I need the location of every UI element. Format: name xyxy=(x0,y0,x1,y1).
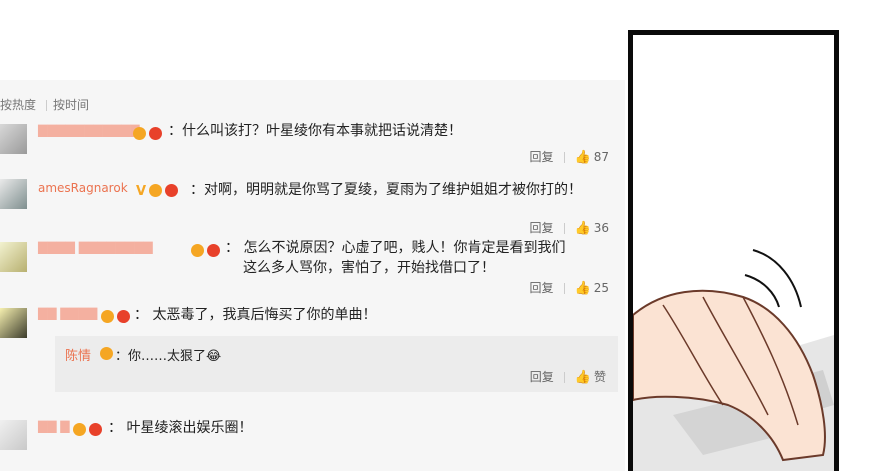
like-count: 25 xyxy=(593,281,609,295)
fan-badge-icon xyxy=(165,184,179,197)
comment-text-line: 这么多人骂你，害怕了，开始找借口了！ xyxy=(243,260,495,276)
thumbs-up-icon[interactable]: 👍 xyxy=(575,150,591,165)
username[interactable]: amesRagnarok xyxy=(38,181,128,195)
username[interactable]: ▇▇▇▇ ▇▇▇▇▇▇▇▇ xyxy=(38,240,153,254)
level-badge-icon xyxy=(133,127,146,140)
divider xyxy=(563,283,565,294)
comment-text: ： 怎么不说原因？心虚了吧，贱人！你肯定是看到我们 这么多人骂你，害怕了，开始找… xyxy=(225,238,565,278)
thumbs-up-icon[interactable]: 👍 xyxy=(575,221,591,236)
level-badge-icon xyxy=(191,244,204,257)
level-badge-icon xyxy=(100,347,113,360)
badges xyxy=(70,419,102,438)
thumbs-up-icon[interactable]: 👍 xyxy=(575,281,591,296)
reply-text: ：你……太狠了😂 xyxy=(115,349,222,364)
reply-username[interactable]: 陈情 xyxy=(65,345,91,364)
like-count: 87 xyxy=(593,150,609,164)
like-label[interactable]: 赞 xyxy=(594,370,606,384)
badges xyxy=(130,123,162,142)
fan-badge-icon xyxy=(117,310,130,323)
reply-button[interactable]: 回复 xyxy=(530,221,554,235)
sort-bar: 按热度 按时间 xyxy=(0,96,95,113)
avatar[interactable] xyxy=(0,179,27,209)
sort-by-hot[interactable]: 按热度 xyxy=(0,98,36,112)
badges: V xyxy=(136,180,179,199)
divider xyxy=(563,372,565,383)
comment-actions: 回复 👍 36 xyxy=(530,219,609,236)
avatar[interactable] xyxy=(0,420,27,450)
comment-item: ▇▇ ▇▇▇▇ ： 太恶毒了，我真后悔买了你的单曲！ xyxy=(0,304,625,338)
nested-reply: 陈情 ：你……太狠了😂 回复 👍 赞 xyxy=(55,336,618,392)
typing-hand-illustration xyxy=(633,249,834,471)
comment-text-line: ： 怎么不说原因？心虚了吧，贱人！你肯定是看到我们 xyxy=(225,240,566,256)
comment-text: ： 太恶毒了，我真后悔买了你的单曲！ xyxy=(134,307,377,323)
fan-badge-icon xyxy=(149,127,162,140)
badges xyxy=(98,306,130,325)
sort-by-time[interactable]: 按时间 xyxy=(53,98,89,112)
username[interactable]: ▇▇ ▇ xyxy=(38,419,70,433)
comment-actions: 回复 👍 25 xyxy=(530,279,609,296)
username[interactable]: ▇▇▇▇▇▇▇▇▇▇▇ xyxy=(38,123,140,137)
vip-badge-icon: V xyxy=(136,184,147,199)
comment-text: ：什么叫该打？叶星绫你有本事就把话说清楚！ xyxy=(168,123,462,139)
level-badge-icon xyxy=(149,184,163,197)
divider xyxy=(563,152,565,163)
divider xyxy=(46,100,48,111)
avatar[interactable] xyxy=(0,242,27,272)
username[interactable]: ▇▇ ▇▇▇▇ xyxy=(38,306,97,320)
level-badge-icon xyxy=(101,310,114,323)
comment-text: ： 叶星绫滚出娱乐圈！ xyxy=(108,420,253,436)
comment-item: ▇▇▇▇▇▇▇▇▇▇▇ ：什么叫该打？叶星绫你有本事就把话说清楚！ 回复 👍 87 xyxy=(0,120,625,170)
comment-actions: 回复 👍 87 xyxy=(530,148,609,165)
manga-panel xyxy=(628,30,839,471)
comment-item: ▇▇ ▇ ： 叶星绫滚出娱乐圈！ xyxy=(0,416,625,450)
comment-item: amesRagnarok V ：对啊，明明就是你骂了夏绫，夏雨为了维护姐姐才被你… xyxy=(0,177,625,237)
reply-button[interactable]: 回复 xyxy=(530,281,554,295)
reply-button[interactable]: 回复 xyxy=(530,370,554,384)
comment-item: ▇▇▇▇ ▇▇▇▇▇▇▇▇ ： 怎么不说原因？心虚了吧，贱人！你肯定是看到我们 … xyxy=(0,238,625,300)
badges xyxy=(188,240,220,259)
reply-actions: 回复 👍 赞 xyxy=(530,368,606,385)
fan-badge-icon xyxy=(89,423,102,436)
avatar[interactable] xyxy=(0,308,27,338)
avatar[interactable] xyxy=(0,124,27,154)
comment-panel: 按热度 按时间 ▇▇▇▇▇▇▇▇▇▇▇ ：什么叫该打？叶星绫你有本事就把话说清楚！… xyxy=(0,80,625,471)
comment-text: ：对啊，明明就是你骂了夏绫，夏雨为了维护姐姐才被你打的！ xyxy=(190,182,582,198)
divider xyxy=(563,223,565,234)
reply-button[interactable]: 回复 xyxy=(530,150,554,164)
thumbs-up-icon[interactable]: 👍 xyxy=(575,370,591,385)
level-badge-icon xyxy=(73,423,86,436)
fan-badge-icon xyxy=(207,244,220,257)
like-count: 36 xyxy=(593,221,609,235)
